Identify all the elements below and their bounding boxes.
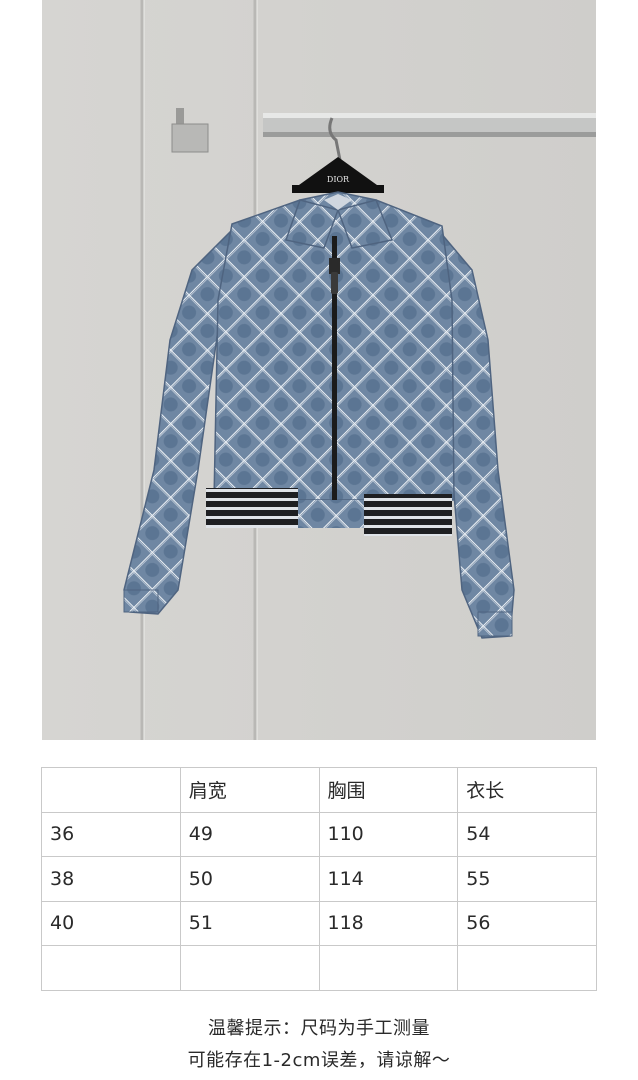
product-photo: DIOR bbox=[42, 0, 596, 740]
size-table-header-shoulder: 肩宽 bbox=[179, 767, 320, 813]
table-row: 36 49 110 54 bbox=[41, 811, 597, 857]
table-row: 38 50 114 55 bbox=[41, 856, 597, 902]
rib-waistband-left bbox=[206, 488, 298, 528]
shoulder-cell bbox=[179, 945, 320, 991]
size-cell: 40 bbox=[41, 900, 181, 946]
size-table-header-length: 衣长 bbox=[457, 767, 597, 813]
hanger-logo: DIOR bbox=[327, 175, 350, 184]
length-cell bbox=[457, 945, 597, 991]
shoulder-cell: 50 bbox=[179, 856, 320, 902]
measurement-notice-line-2: 可能存在1-2cm误差，请谅解～ bbox=[187, 1050, 451, 1071]
shoulder-cell: 51 bbox=[179, 900, 320, 946]
length-cell: 54 bbox=[457, 811, 597, 857]
measurement-notice-line-1: 温馨提示：尺码为手工测量 bbox=[208, 1018, 430, 1039]
shoulder-cell: 49 bbox=[179, 811, 320, 857]
length-cell: 56 bbox=[457, 900, 597, 946]
size-cell: 38 bbox=[41, 856, 181, 902]
table-row: 40 51 118 56 bbox=[41, 900, 597, 946]
size-table-header-cell bbox=[41, 767, 181, 813]
rib-waistband-right bbox=[364, 494, 452, 536]
chest-cell: 118 bbox=[318, 900, 459, 946]
size-cell bbox=[41, 945, 181, 991]
hanging-rail bbox=[263, 113, 596, 137]
size-table-header-row: 肩宽 胸围 衣长 bbox=[41, 767, 597, 813]
size-table-header-chest: 胸围 bbox=[318, 767, 459, 813]
chest-cell: 110 bbox=[318, 811, 459, 857]
chest-cell: 114 bbox=[318, 856, 459, 902]
size-cell: 36 bbox=[41, 811, 181, 857]
table-row bbox=[41, 945, 597, 991]
chest-cell bbox=[318, 945, 459, 991]
size-chart-table: 肩宽 胸围 衣长 36 49 110 54 38 50 114 55 40 51… bbox=[41, 767, 597, 991]
length-cell: 55 bbox=[457, 856, 597, 902]
